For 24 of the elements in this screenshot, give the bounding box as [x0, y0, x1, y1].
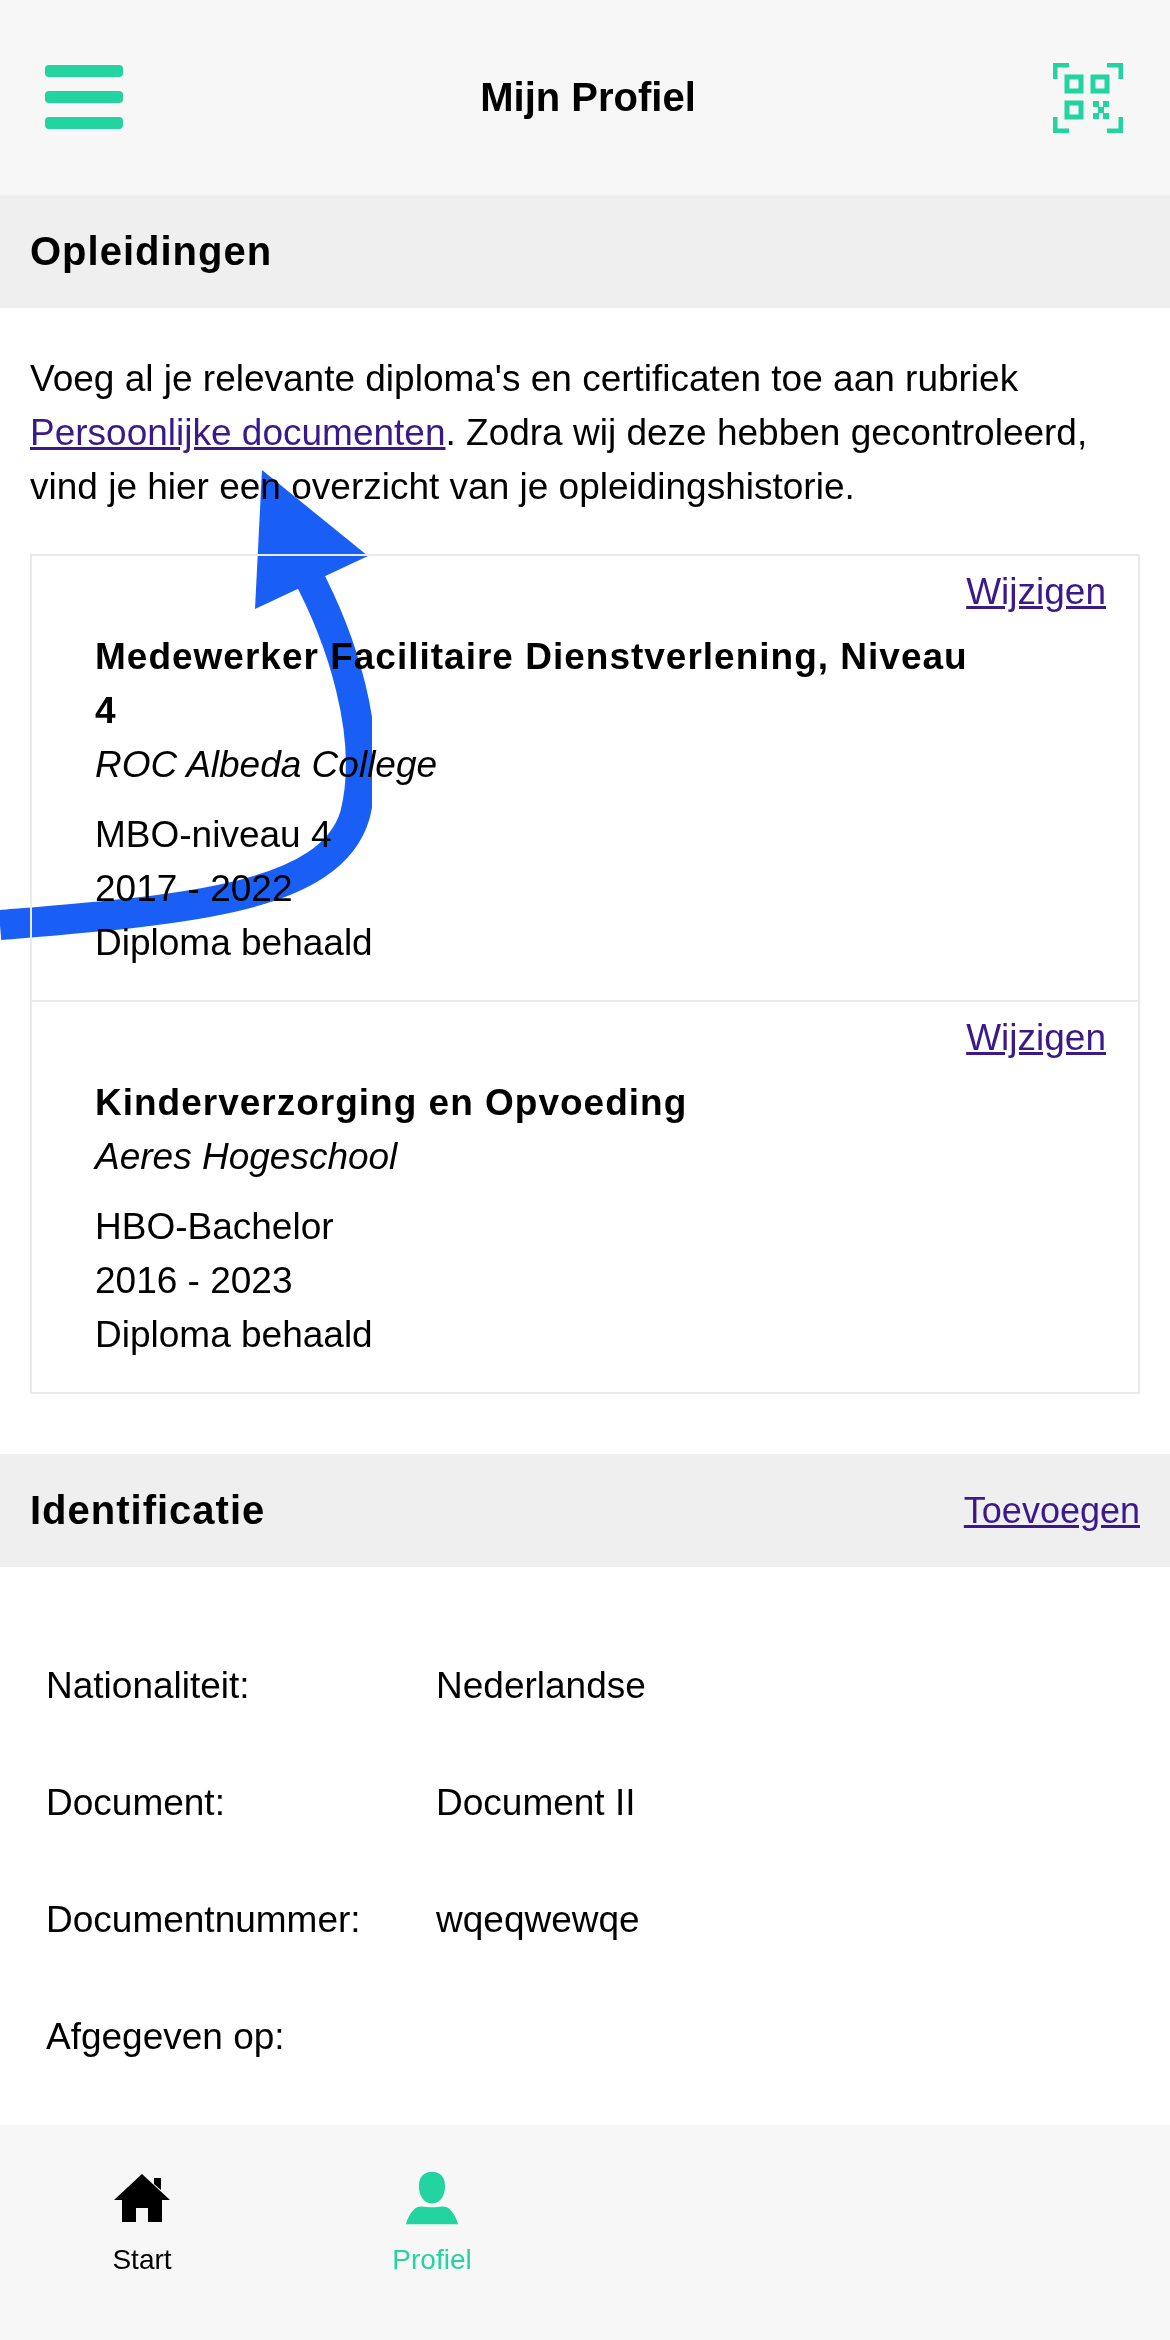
education-level: HBO-Bachelor — [95, 1205, 335, 1249]
field-label: Nationaliteit: — [46, 1664, 251, 1707]
edit-link[interactable]: Wijzigen — [966, 568, 1106, 616]
tab-item[interactable]: Start — [72, 2170, 212, 2340]
documents-link[interactable]: Persoonlijke documenten — [30, 412, 446, 453]
education-period: 2016 - 2023 — [95, 1259, 294, 1303]
field-value: Nederlandse — [436, 1664, 646, 1707]
page-title: Mijn Profiel — [480, 75, 696, 120]
diploma-status: Diploma behaald — [95, 1313, 374, 1357]
field-label: Documentnummer: — [46, 1898, 362, 1941]
field-label: Afgegeven op: — [46, 2015, 286, 2058]
education-period: 2017 - 2022 — [95, 867, 294, 911]
field-label: Document: — [46, 1781, 226, 1824]
section-title: Opleidingen — [30, 229, 273, 274]
add-link[interactable]: Toevoegen — [963, 1489, 1140, 1532]
section-title: Identificatie — [30, 1488, 266, 1533]
education-name: Kinderverzorging en Opvoeding — [95, 1081, 689, 1125]
field-value: Document II — [436, 1781, 636, 1824]
qr-code-icon[interactable] — [1053, 62, 1123, 133]
school-name: Aeres Hogeschool — [95, 1135, 399, 1179]
diploma-status: Diploma behaald — [95, 921, 374, 965]
menu-icon[interactable] — [45, 64, 123, 131]
field-value: wqeqwewqe — [436, 1898, 640, 1941]
edit-link[interactable]: Wijzigen — [966, 1014, 1106, 1062]
